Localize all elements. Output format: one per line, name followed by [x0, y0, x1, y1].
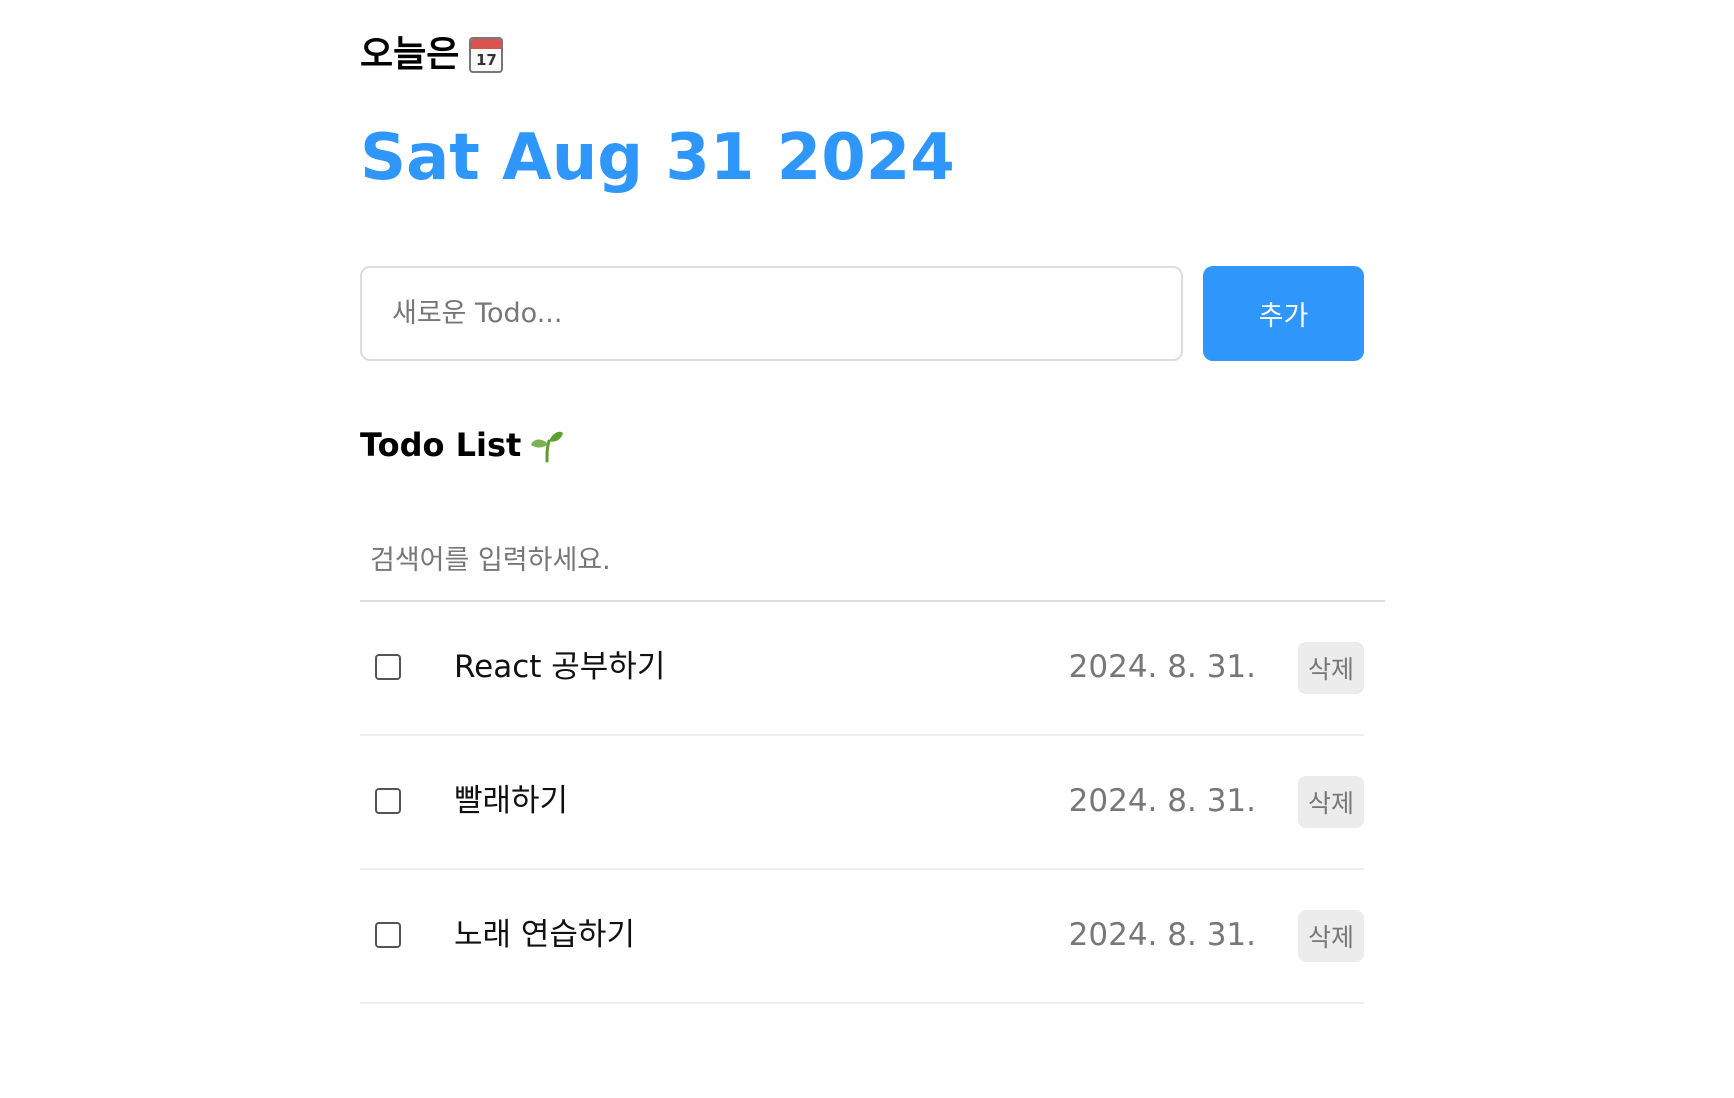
todo-item: 빨래하기 2024. 8. 31. 삭제	[360, 736, 1364, 870]
todo-date: 2024. 8. 31.	[1068, 783, 1256, 819]
delete-button[interactable]: 삭제	[1298, 910, 1364, 962]
calendar-icon-day: 17	[475, 51, 497, 69]
today-date: Sat Aug 31 2024	[360, 121, 955, 195]
todo-list: React 공부하기 2024. 8. 31. 삭제 빨래하기 2024. 8.…	[360, 602, 1364, 1004]
todo-item: React 공부하기 2024. 8. 31. 삭제	[360, 602, 1364, 736]
todo-content: 노래 연습하기	[454, 917, 635, 953]
todo-checkbox[interactable]	[375, 922, 401, 948]
header-subtitle-text: 오늘은	[360, 34, 460, 75]
todo-item: 노래 연습하기 2024. 8. 31. 삭제	[360, 870, 1364, 1004]
todo-checkbox[interactable]	[375, 654, 401, 680]
todo-date: 2024. 8. 31.	[1068, 917, 1256, 953]
todo-content: React 공부하기	[454, 649, 666, 685]
todo-list-title-text: Todo List	[360, 426, 522, 464]
header-subtitle: 오늘은 17	[360, 30, 504, 80]
search-input[interactable]	[360, 520, 1385, 602]
delete-button[interactable]: 삭제	[1298, 642, 1364, 694]
add-todo-button[interactable]: 추가	[1203, 266, 1364, 361]
todo-list-title: Todo List	[360, 420, 565, 470]
calendar-icon: 17	[469, 37, 504, 73]
todo-date: 2024. 8. 31.	[1068, 649, 1256, 685]
todo-checkbox[interactable]	[375, 788, 401, 814]
new-todo-input[interactable]	[360, 266, 1183, 361]
sprout-icon	[531, 431, 564, 463]
delete-button[interactable]: 삭제	[1298, 776, 1364, 828]
todo-content: 빨래하기	[454, 783, 569, 819]
